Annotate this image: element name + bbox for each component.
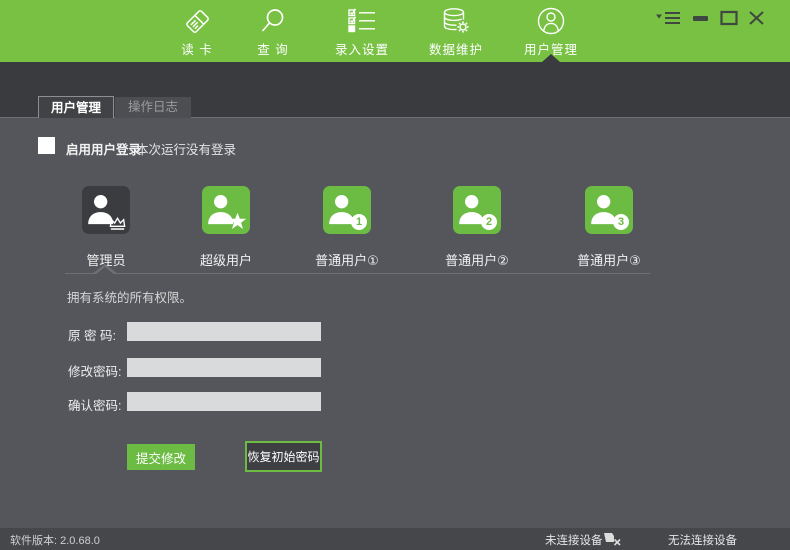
read-card-icon: [182, 6, 212, 36]
user-tile-super[interactable]: [202, 186, 250, 234]
status-bar: 软件版本: 2.0.68.0 未连接设备 无法连接设备: [0, 528, 790, 550]
nav-item-entry-settings[interactable]: 录入设置: [322, 6, 402, 58]
header-bar: 读 卡 查 询 录入设置: [0, 0, 790, 62]
number-3-badge: 3: [613, 214, 629, 230]
number-2-badge: 2: [481, 214, 497, 230]
star-icon: [228, 212, 247, 231]
nav-label-search: 查 询: [243, 39, 303, 58]
tab-strip: 用户管理 操作日志: [0, 62, 790, 118]
device-disconnected-icon: [601, 531, 623, 547]
enable-login-label: 启用用户登录: [66, 139, 141, 158]
software-version-text: 软件版本: 2.0.68.0: [10, 532, 100, 548]
maximize-button[interactable]: [720, 10, 738, 26]
window-menu-button[interactable]: [656, 10, 682, 26]
submit-changes-button[interactable]: 提交修改: [127, 444, 195, 470]
tab-user-management[interactable]: 用户管理: [38, 96, 114, 118]
search-icon: [258, 6, 288, 36]
user-tile-normal-1[interactable]: 1: [323, 186, 371, 234]
connection-status-text: 未连接设备: [545, 532, 603, 548]
nav-item-user-management[interactable]: 用户管理: [511, 6, 591, 58]
active-nav-caret: [542, 54, 560, 62]
user-tile-label-normal-2[interactable]: 普通用户②: [422, 250, 532, 269]
tab-operation-log[interactable]: 操作日志: [115, 97, 191, 118]
login-status-note: 本次运行没有登录: [136, 139, 236, 158]
crown-icon: [108, 216, 127, 231]
nav-item-search[interactable]: 查 询: [243, 6, 303, 58]
nav-label-read-card: 读 卡: [167, 39, 227, 58]
user-tile-normal-3[interactable]: 3: [585, 186, 633, 234]
minimize-button[interactable]: [692, 10, 709, 26]
nav-item-data-maintenance[interactable]: 数据维护: [416, 6, 496, 58]
number-1-badge: 1: [351, 214, 367, 230]
app-window: 读 卡 查 询 录入设置: [0, 0, 790, 550]
close-button[interactable]: [748, 10, 765, 26]
user-tile-admin[interactable]: [82, 186, 130, 234]
confirm-password-label: 确认密码:: [68, 395, 126, 414]
user-tile-label-super[interactable]: 超级用户: [171, 250, 281, 269]
nav-item-read-card[interactable]: 读 卡: [167, 6, 227, 58]
connection-error-text: 无法连接设备: [668, 532, 737, 548]
user-tile-normal-2[interactable]: 2: [453, 186, 501, 234]
new-password-label: 修改密码:: [68, 361, 126, 380]
user-permission-description: 拥有系统的所有权限。: [67, 287, 192, 306]
new-password-field[interactable]: [127, 358, 321, 377]
entry-settings-icon: [347, 6, 377, 36]
user-tile-label-normal-1[interactable]: 普通用户①: [292, 250, 402, 269]
nav-label-data-maintenance: 数据维护: [416, 39, 496, 58]
data-maintenance-icon: [441, 6, 471, 36]
user-management-icon: [536, 6, 566, 36]
section-divider: [65, 273, 650, 274]
confirm-password-field[interactable]: [127, 392, 321, 411]
restore-default-password-button[interactable]: 恢复初始密码: [245, 441, 322, 472]
user-tile-label-normal-3[interactable]: 普通用户③: [554, 250, 664, 269]
old-password-field[interactable]: [127, 322, 321, 341]
old-password-label: 原 密 码:: [68, 325, 126, 344]
nav-label-entry-settings: 录入设置: [322, 39, 402, 58]
enable-login-checkbox[interactable]: [38, 137, 55, 154]
